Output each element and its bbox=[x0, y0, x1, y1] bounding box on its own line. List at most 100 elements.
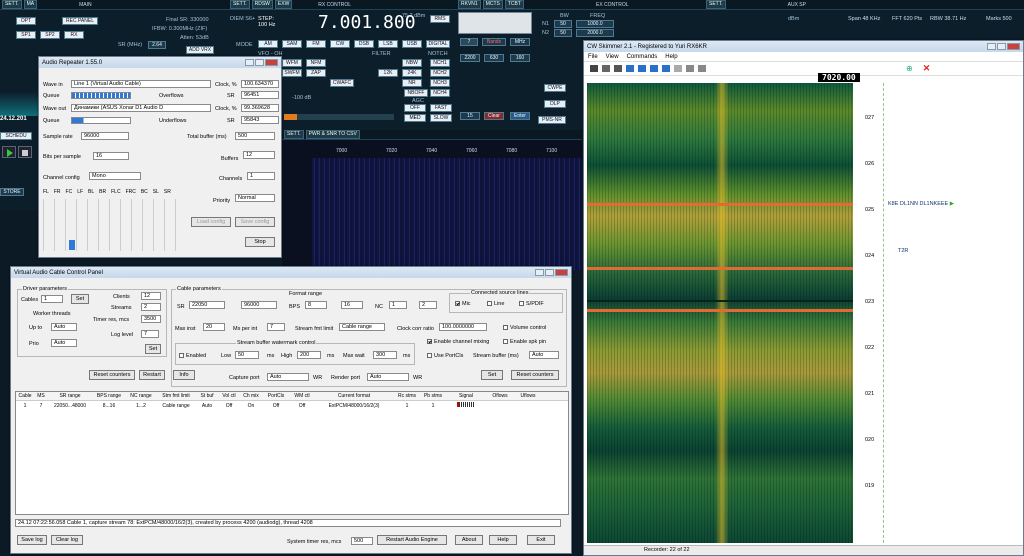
column-header[interactable]: Rc stms bbox=[394, 393, 420, 399]
restart-button[interactable]: Restart bbox=[139, 370, 165, 380]
key-7[interactable]: 7 bbox=[460, 38, 478, 46]
reset-counters-button-1[interactable]: Reset counters bbox=[89, 370, 135, 380]
swfm-button[interactable]: SWFM bbox=[282, 69, 302, 77]
maximize-button[interactable] bbox=[997, 43, 1006, 50]
stream-buffer-select[interactable]: Auto bbox=[529, 351, 559, 359]
mode-sam[interactable]: SAM bbox=[282, 40, 302, 48]
sfl-select[interactable]: Cable range bbox=[339, 323, 385, 331]
reset-counters-button-2[interactable]: Reset counters bbox=[511, 370, 559, 380]
spot-2[interactable]: T2R bbox=[898, 248, 908, 254]
close-button[interactable] bbox=[1007, 43, 1020, 50]
rec-panel-button[interactable]: REC PANEL bbox=[62, 17, 98, 25]
spdif-checkbox[interactable]: S/PDIF bbox=[519, 301, 544, 307]
mode-fm[interactable]: FM bbox=[306, 40, 326, 48]
load-config-button[interactable]: Load config bbox=[191, 217, 231, 227]
stop-button[interactable]: Stop bbox=[245, 237, 275, 247]
band-630[interactable]: 630 bbox=[484, 54, 504, 62]
mode-usb[interactable]: USB bbox=[402, 40, 422, 48]
24k-button[interactable]: 24K bbox=[402, 69, 422, 77]
bands-button[interactable]: Bands bbox=[482, 38, 506, 46]
agc-med-button[interactable]: MED bbox=[404, 114, 426, 122]
clear-button[interactable]: Clear bbox=[484, 112, 504, 120]
msperint-select[interactable]: 7 bbox=[267, 323, 285, 331]
log-line[interactable]: 24.12 07:22:56.058 Cable 1, capture stre… bbox=[15, 519, 561, 527]
prio-select[interactable]: Auto bbox=[51, 339, 77, 347]
n2-bw[interactable]: 50 bbox=[554, 29, 572, 37]
add-spot-icon[interactable]: ⊕ bbox=[906, 64, 913, 73]
menu-file[interactable]: File bbox=[588, 54, 598, 60]
cwafc-button[interactable]: CWAFC bbox=[330, 79, 354, 87]
cables-spinner[interactable]: 1 bbox=[41, 295, 63, 303]
12k-button[interactable]: 12K bbox=[378, 69, 398, 77]
column-header[interactable]: St buf bbox=[196, 393, 218, 399]
rx-button[interactable]: RX bbox=[64, 31, 84, 39]
add-vrx-button[interactable]: ADD VRX bbox=[186, 46, 214, 54]
column-header[interactable]: Stm fmt limit bbox=[156, 393, 196, 399]
rx-settings-button[interactable]: SETT. bbox=[230, 0, 250, 9]
clear-log-button[interactable]: Clear log bbox=[51, 535, 83, 545]
maximize-button[interactable] bbox=[545, 269, 554, 276]
capture-port-select[interactable]: Auto bbox=[267, 373, 309, 381]
bits-select[interactable]: 16 bbox=[93, 152, 129, 160]
toolbar-icon-10[interactable] bbox=[698, 65, 706, 72]
wave-out-select[interactable]: Динамики (ASUS Xonar D1 Audio D bbox=[71, 104, 211, 112]
skimmer-waterfall[interactable] bbox=[587, 83, 853, 543]
sp1-button[interactable]: SP1 bbox=[16, 31, 36, 39]
aux-settings-button[interactable]: SETT. bbox=[706, 0, 726, 9]
buffers-field[interactable]: 12 bbox=[243, 151, 275, 159]
dlp-button[interactable]: DLP bbox=[544, 100, 566, 108]
exw-button[interactable]: EXW bbox=[274, 0, 293, 9]
menu-view[interactable]: View bbox=[606, 54, 619, 60]
wfm-button[interactable]: WFM bbox=[282, 59, 302, 67]
menu-help[interactable]: Help bbox=[665, 54, 677, 60]
menu-commands[interactable]: Commands bbox=[627, 54, 658, 60]
volume-control-checkbox[interactable]: Volume control bbox=[503, 325, 546, 331]
nboff-button[interactable]: NBOFF bbox=[404, 89, 428, 97]
column-header[interactable]: Signal bbox=[446, 393, 486, 399]
column-header[interactable]: Current format bbox=[314, 393, 394, 399]
enabled-checkbox[interactable]: Enabled bbox=[179, 353, 206, 359]
nch4-button[interactable]: NCH4 bbox=[430, 89, 450, 97]
stop-icon[interactable] bbox=[18, 146, 32, 158]
cable-set-button[interactable]: Set bbox=[481, 370, 503, 380]
use-portcls-checkbox[interactable]: Use PortCls bbox=[427, 353, 463, 359]
agc-slow-button[interactable]: SLOW bbox=[430, 114, 452, 122]
mode-lsb[interactable]: LSB bbox=[378, 40, 398, 48]
cwpe-button[interactable]: CWPE bbox=[544, 84, 566, 92]
toolbar-icon-4[interactable] bbox=[626, 65, 634, 72]
driver-set-button[interactable]: Set bbox=[145, 344, 161, 354]
ma-button[interactable]: MA bbox=[23, 0, 38, 9]
mode-am[interactable]: AM bbox=[258, 40, 278, 48]
band-2200[interactable]: 2200 bbox=[460, 54, 480, 62]
band-160[interactable]: 160 bbox=[510, 54, 530, 62]
nr-button[interactable]: NR bbox=[402, 79, 422, 87]
sample-rate-select[interactable]: 96000 bbox=[81, 132, 129, 140]
priority-select[interactable]: Normal bbox=[235, 194, 275, 202]
tcbt-button[interactable]: TCBT bbox=[504, 0, 524, 9]
delete-spot-icon[interactable]: ✕ bbox=[923, 63, 931, 74]
close-button[interactable] bbox=[555, 269, 568, 276]
mode-cw[interactable]: CW bbox=[330, 40, 350, 48]
upto-select[interactable]: Auto bbox=[51, 323, 77, 331]
bps-from-select[interactable]: 8 bbox=[305, 301, 327, 309]
column-header[interactable]: Oflows bbox=[486, 393, 514, 399]
save-config-button[interactable]: Save config bbox=[235, 217, 275, 227]
rkvn-button[interactable]: RKVN1 bbox=[458, 0, 481, 9]
minimize-button[interactable] bbox=[987, 43, 996, 50]
render-port-select[interactable]: Auto bbox=[367, 373, 409, 381]
enable-spk-pin-checkbox[interactable]: Enable spk pin bbox=[503, 339, 546, 345]
column-header[interactable]: BPS range bbox=[92, 393, 126, 399]
restart-audio-engine-button[interactable]: Restart Audio Engine bbox=[377, 535, 447, 545]
total-buffer-select[interactable]: 500 bbox=[235, 132, 275, 140]
sr-from-select[interactable]: 22050 bbox=[189, 301, 225, 309]
main-settings-button[interactable]: SETT. bbox=[2, 0, 22, 9]
high-field[interactable]: 200 bbox=[297, 351, 321, 359]
toolbar-icon-6[interactable] bbox=[650, 65, 658, 72]
toolbar-icon-3[interactable] bbox=[614, 65, 622, 72]
n1-freq[interactable]: 1000.0 bbox=[576, 20, 614, 28]
bps-to-select[interactable]: 16 bbox=[341, 301, 363, 309]
channel-config-select[interactable]: Mono bbox=[89, 172, 141, 180]
table-row[interactable]: 1 7 22050...48000 8...16 1...2 Cable range Aut… bbox=[16, 401, 568, 410]
column-header[interactable]: Vol ctl bbox=[218, 393, 240, 399]
toolbar-icon-9[interactable] bbox=[686, 65, 694, 72]
